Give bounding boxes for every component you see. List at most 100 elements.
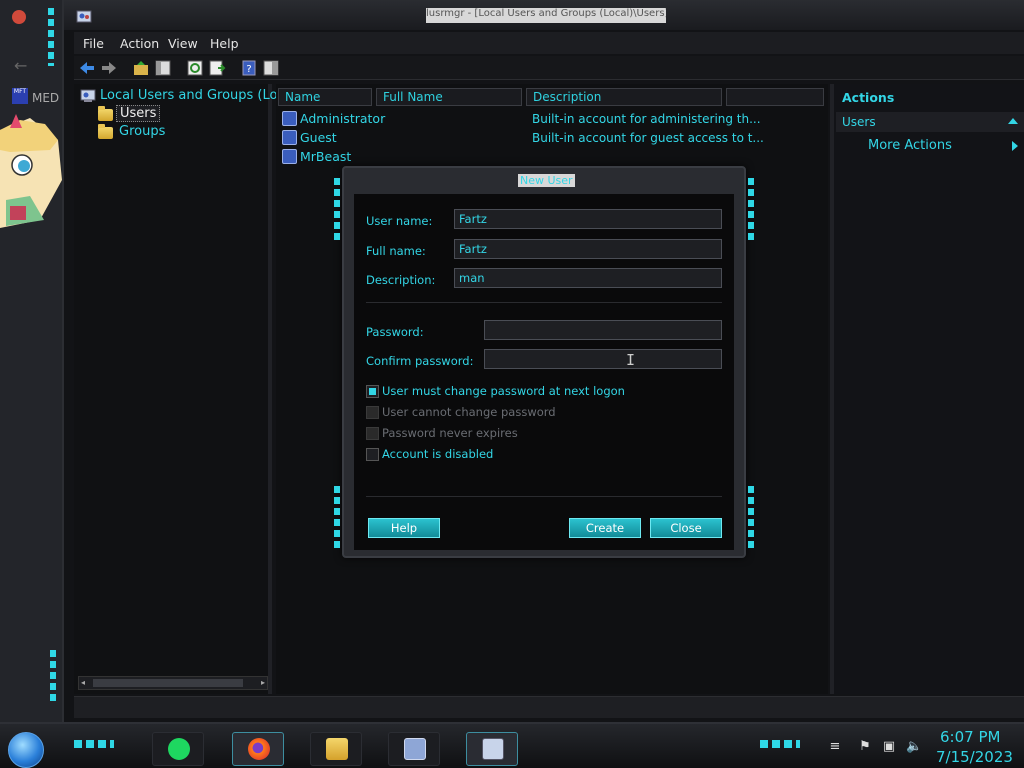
export-list-icon[interactable] <box>208 59 226 77</box>
menu-help[interactable]: Help <box>210 36 239 51</box>
column-header-name[interactable]: Name <box>278 88 372 106</box>
volume-icon[interactable]: 🔈 <box>906 740 922 754</box>
taskbar-lusrmgr[interactable] <box>466 732 518 766</box>
spotify-icon <box>168 738 190 760</box>
status-bar <box>74 696 1024 718</box>
column-header-full-name[interactable]: Full Name <box>376 88 522 106</box>
menu-view[interactable]: View <box>168 36 198 51</box>
actions-pane: Actions Users More Actions <box>830 84 1024 694</box>
password-never-expires-checkbox[interactable] <box>366 427 379 440</box>
scroll-right-icon[interactable]: ▸ <box>261 678 265 687</box>
confirm-password-field[interactable] <box>484 349 722 369</box>
tree-item-groups[interactable]: Groups <box>119 124 165 139</box>
column-header-extra[interactable] <box>726 88 824 106</box>
refresh-icon[interactable] <box>186 59 204 77</box>
cyan-accent-strip <box>50 650 56 702</box>
cyan-accent-strip <box>74 740 114 748</box>
must-change-password-label[interactable]: User must change password at next logon <box>382 384 625 398</box>
flag-icon[interactable]: ⚑ <box>858 740 872 754</box>
svg-text:?: ? <box>246 64 251 75</box>
user-description: Built-in account for administering th... <box>532 112 761 126</box>
folder-icon <box>98 106 113 121</box>
help-icon[interactable]: ? <box>240 59 258 77</box>
close-button[interactable]: Close <box>650 518 722 538</box>
table-row[interactable]: MrBeast <box>282 148 822 166</box>
password-field[interactable] <box>484 320 722 340</box>
show-hidden-icons-icon[interactable]: ≡ <box>828 740 842 754</box>
actions-section-label: Users <box>842 115 876 129</box>
user-description: Built-in account for guest access to t..… <box>532 131 764 145</box>
user-icon <box>282 130 297 145</box>
taskbar-file-explorer[interactable] <box>310 732 362 766</box>
console-tree: Local Users and Groups (Loc Users Groups <box>74 84 285 694</box>
firefox-icon <box>248 738 270 760</box>
clock-time[interactable]: 6:07 PM <box>940 728 1000 746</box>
network-icon[interactable]: ▣ <box>882 740 896 754</box>
user-icon <box>282 149 297 164</box>
user-name: Administrator <box>300 111 386 126</box>
collapse-up-icon[interactable] <box>1008 118 1018 124</box>
password-never-expires-label: Password never expires <box>382 426 518 440</box>
taskbar-control-panel[interactable] <box>388 732 440 766</box>
clock-date[interactable]: 7/15/2023 <box>936 748 1013 766</box>
side-label: MED <box>32 91 60 105</box>
cyan-accent-strip <box>748 486 754 552</box>
folder-icon <box>326 738 348 760</box>
horizontal-scrollbar[interactable]: ◂ ▸ <box>78 676 268 690</box>
cyan-accent-strip <box>334 486 340 552</box>
cannot-change-password-label: User cannot change password <box>382 405 556 419</box>
description-field[interactable]: man <box>454 268 722 288</box>
menu-bar: File Action View Help <box>74 32 1024 54</box>
window-title: lusrmgr - [Local Users and Groups (Local… <box>426 8 666 23</box>
must-change-password-checkbox[interactable] <box>366 385 379 398</box>
more-actions-link[interactable]: More Actions <box>868 138 952 153</box>
chevron-right-icon[interactable] <box>1012 141 1018 151</box>
window-app-icon <box>404 738 426 760</box>
password-label: Password: <box>366 325 424 339</box>
account-disabled-label[interactable]: Account is disabled <box>382 447 493 461</box>
start-button[interactable] <box>8 732 44 768</box>
actions-title: Actions <box>842 90 895 105</box>
computer-users-icon <box>80 89 96 102</box>
table-row[interactable]: Guest Built-in account for guest access … <box>282 129 822 147</box>
cyan-accent-strip <box>334 178 340 244</box>
menu-file[interactable]: File <box>83 36 104 51</box>
tree-item-users[interactable]: Users <box>116 105 161 122</box>
scrollbar-thumb[interactable] <box>93 679 243 687</box>
taskbar-spotify[interactable] <box>152 732 204 766</box>
title-bar[interactable]: lusrmgr - [Local Users and Groups (Local… <box>64 0 1024 30</box>
toolbar: ? <box>74 56 1024 80</box>
users-app-icon <box>482 738 504 760</box>
actions-section-users[interactable]: Users <box>836 112 1024 132</box>
cyan-accent-strip <box>760 740 800 748</box>
desktop-side-strip: ← MFT MED <box>0 0 62 728</box>
username-field[interactable]: Fartz <box>454 209 722 229</box>
folder-icon <box>98 124 113 139</box>
account-disabled-checkbox[interactable] <box>366 448 379 461</box>
back-arrow-icon[interactable]: ← <box>14 56 27 75</box>
user-name: Guest <box>300 130 337 145</box>
user-icon <box>282 111 297 126</box>
username-label: User name: <box>366 214 433 228</box>
back-icon[interactable] <box>78 59 96 77</box>
tree-root[interactable]: Local Users and Groups (Loc <box>100 88 285 103</box>
user-name: MrBeast <box>300 149 352 164</box>
side-badge: MFT <box>12 88 28 104</box>
create-button[interactable]: Create <box>569 518 641 538</box>
separator <box>366 302 722 303</box>
taskbar-firefox[interactable] <box>232 732 284 766</box>
scroll-left-icon[interactable]: ◂ <box>81 678 85 687</box>
forward-icon[interactable] <box>100 59 118 77</box>
action-pane-icon[interactable] <box>262 59 280 77</box>
show-hide-tree-icon[interactable] <box>154 59 172 77</box>
up-folder-icon[interactable] <box>132 59 150 77</box>
desktop-app-icon[interactable] <box>12 10 26 24</box>
fullname-field[interactable]: Fartz <box>454 239 722 259</box>
taskbar: ≡ ⚑ ▣ 🔈 6:07 PM 7/15/2023 <box>0 722 1024 768</box>
cannot-change-password-checkbox[interactable] <box>366 406 379 419</box>
column-header-description[interactable]: Description <box>526 88 722 106</box>
description-label: Description: <box>366 273 436 287</box>
menu-action[interactable]: Action <box>120 36 159 51</box>
table-row[interactable]: Administrator Built-in account for admin… <box>282 110 822 128</box>
help-button[interactable]: Help <box>368 518 440 538</box>
